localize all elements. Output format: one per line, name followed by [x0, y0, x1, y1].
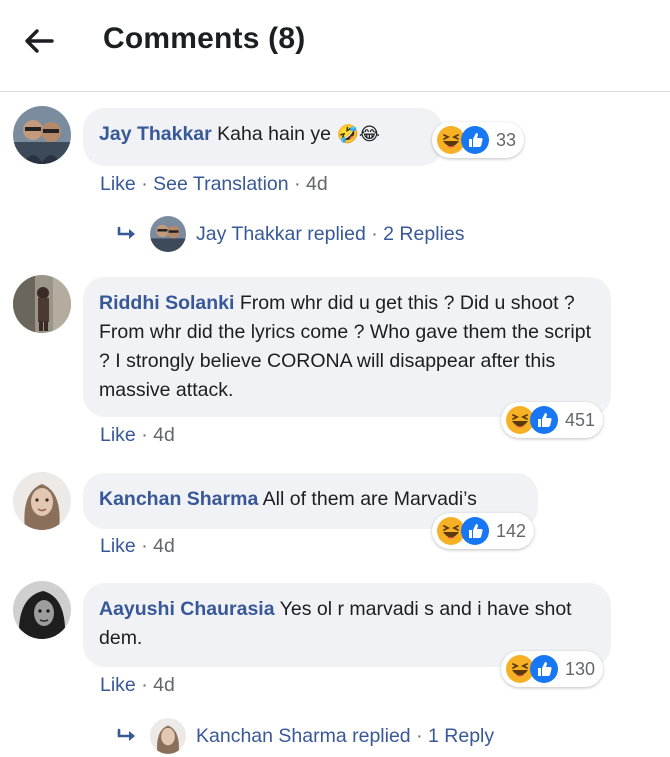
like-reaction-icon [530, 655, 558, 683]
comments-header: Comments (8) [0, 0, 670, 92]
reply-count: 1 Reply [428, 724, 495, 747]
reply-arrow-icon [117, 728, 135, 741]
back-button[interactable] [22, 26, 56, 56]
avatar[interactable] [13, 472, 71, 530]
reply-verb: replied [307, 222, 366, 245]
reaction-summary[interactable]: 451 [501, 402, 604, 438]
avatar [150, 216, 186, 252]
separator: · [141, 424, 148, 446]
reaction-count: 33 [496, 129, 517, 150]
comment-author[interactable]: Kanchan Sharma [99, 488, 258, 510]
reply-count: 2 Replies [383, 222, 465, 245]
comment-bubble: Riddhi Solanki From whr did u get this ?… [83, 277, 611, 417]
comment-author[interactable]: Aayushi Chaurasia [99, 598, 275, 620]
comment-actions: Like · 4d [100, 424, 175, 447]
avatar[interactable] [13, 106, 71, 164]
reply-author: Jay Thakkar [196, 222, 302, 245]
like-reaction-icon [530, 406, 558, 434]
view-replies-link[interactable]: Jay Thakkar replied · 2 Replies [116, 216, 464, 252]
reply-author: Kanchan Sharma [196, 724, 347, 747]
reply-verb: replied [352, 724, 411, 747]
timestamp[interactable]: 4d [153, 535, 175, 557]
separator: · [141, 674, 148, 696]
like-link[interactable]: Like [100, 674, 136, 696]
comment-actions: Like · 4d [100, 535, 175, 558]
avatar[interactable] [13, 581, 71, 639]
reaction-count: 451 [565, 409, 596, 430]
comment-author[interactable]: Jay Thakkar [99, 123, 212, 145]
page-title: Comments (8) [103, 22, 306, 55]
separator: · [141, 535, 148, 557]
reaction-summary[interactable]: 142 [432, 513, 535, 549]
like-link[interactable]: Like [100, 173, 136, 195]
view-replies-link[interactable]: Kanchan Sharma replied · 1 Reply [116, 718, 494, 754]
comment-emoji: 🤣😂 [336, 124, 380, 145]
reply-arrow-icon [117, 226, 135, 239]
timestamp[interactable]: 4d [153, 424, 175, 446]
separator: · [141, 173, 148, 195]
comment-bubble: Jay Thakkar Kaha hain ye 🤣😂 [83, 108, 443, 166]
comment-actions: Like · See Translation · 4d [100, 173, 328, 196]
reaction-count: 142 [496, 520, 527, 541]
reaction-summary[interactable]: 130 [501, 651, 604, 687]
timestamp[interactable]: 4d [306, 173, 328, 195]
arrow-left-icon [25, 29, 54, 53]
comment-actions: Like · 4d [100, 674, 175, 697]
separator: · [416, 724, 423, 747]
comment-author[interactable]: Riddhi Solanki [99, 292, 234, 314]
see-translation-link[interactable]: See Translation [153, 173, 289, 195]
avatar[interactable] [13, 275, 71, 333]
separator: · [294, 173, 301, 195]
reaction-summary[interactable]: 33 [432, 122, 525, 158]
like-reaction-icon [461, 517, 489, 545]
comment-text: Kaha hain ye [217, 123, 332, 145]
avatar [150, 718, 186, 754]
separator: · [371, 222, 378, 245]
like-reaction-icon [461, 126, 489, 154]
reaction-count: 130 [565, 658, 596, 679]
comment-text: All of them are Marvadi’s [262, 488, 477, 510]
timestamp[interactable]: 4d [153, 674, 175, 696]
like-link[interactable]: Like [100, 535, 136, 557]
like-link[interactable]: Like [100, 424, 136, 446]
